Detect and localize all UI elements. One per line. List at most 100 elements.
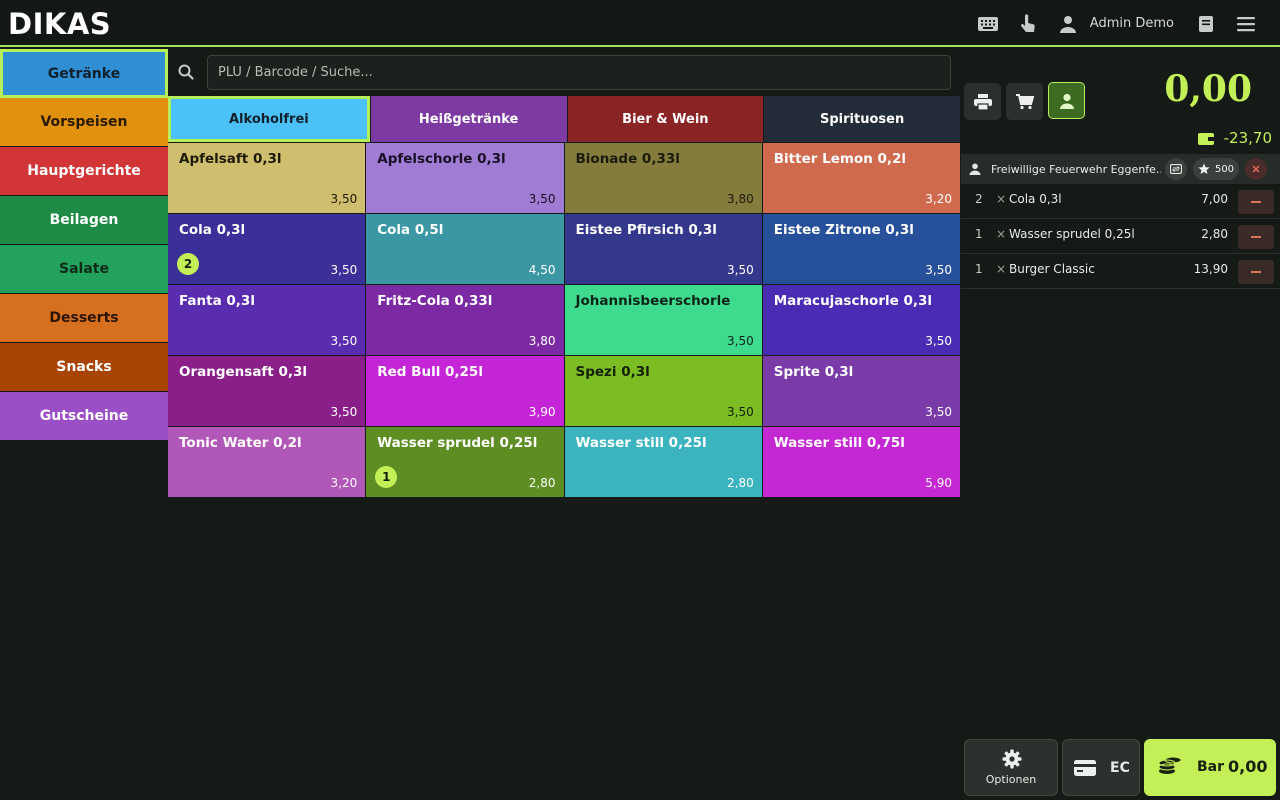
category-gutscheine[interactable]: Gutscheine: [0, 392, 168, 441]
product-name: Fritz-Cola 0,33l: [377, 293, 493, 309]
product-tile[interactable]: Wasser sprudel 0,25l 2,80 1: [366, 427, 564, 497]
decrease-button[interactable]: [1238, 260, 1274, 284]
product-tile[interactable]: Fritz-Cola 0,33l 3,80: [366, 285, 564, 355]
swap-customer-button[interactable]: [1165, 158, 1187, 180]
quantity-badge: 2: [177, 253, 199, 275]
product-price: 2,80: [727, 476, 754, 490]
product-grid: Apfelsaft 0,3l 3,50 Apfelschorle 0,3l 3,50 B…: [168, 143, 960, 497]
minus-icon: [1251, 201, 1261, 203]
category-vorspeisen[interactable]: Vorspeisen: [0, 98, 168, 147]
product-tile[interactable]: Red Bull 0,25l 3,90: [366, 356, 564, 426]
category-label: Snacks: [56, 359, 112, 375]
cart-button[interactable]: [1006, 83, 1043, 120]
customer-name: Freiwillige Feuerwehr Eggenfe...: [991, 162, 1161, 176]
top-bar: DIKAS Admin Demo: [0, 0, 1280, 47]
product-tile[interactable]: Cola 0,5l 4,50: [366, 214, 564, 284]
decrease-button[interactable]: [1238, 225, 1274, 249]
product-name: Wasser still 0,75l: [773, 435, 905, 451]
ec-payment-button[interactable]: EC: [1062, 739, 1140, 796]
product-name: Johannisbeerschorle: [575, 293, 731, 309]
product-name: Orangensaft 0,3l: [179, 364, 307, 380]
product-tile[interactable]: Maracujaschorle 0,3l 3,50: [762, 285, 960, 355]
category-salate[interactable]: Salate: [0, 245, 168, 294]
product-tile[interactable]: Eistee Zitrone 0,3l 3,50: [762, 214, 960, 284]
product-name: Spezi 0,3l: [575, 364, 650, 380]
product-tile[interactable]: Johannisbeerschorle 3,50: [564, 285, 762, 355]
swap-icon: [1170, 164, 1182, 174]
ec-label: EC: [1110, 760, 1130, 776]
cash-payment-button[interactable]: Bar 0,00: [1144, 739, 1276, 796]
order-qty: 1: [975, 227, 983, 241]
customer-balance: -23,70: [1197, 129, 1272, 147]
tab-bier-wein[interactable]: Bier & Wein: [567, 96, 764, 142]
product-tile[interactable]: Apfelschorle 0,3l 3,50: [366, 143, 564, 213]
tab-spirituosen[interactable]: Spirituosen: [764, 96, 960, 142]
product-name: Bionade 0,33l: [575, 151, 680, 167]
menu-icon[interactable]: [1234, 12, 1258, 36]
product-tile[interactable]: Orangensaft 0,3l 3,50: [168, 356, 366, 426]
category-desserts[interactable]: Desserts: [0, 294, 168, 343]
product-tile[interactable]: Wasser still 0,75l 5,90: [762, 427, 960, 497]
category-label: Salate: [59, 261, 109, 277]
product-name: Bitter Lemon 0,2l: [773, 151, 907, 167]
category-beilagen[interactable]: Beilagen: [0, 196, 168, 245]
subcategory-tabs: Alkoholfrei Heißgetränke Bier & Wein Spirit…: [168, 96, 960, 142]
order-row[interactable]: 1 × Wasser sprudel 0,25l 2,80: [961, 219, 1280, 254]
cash-label: Bar: [1197, 759, 1225, 775]
order-row[interactable]: 2 × Cola 0,3l 7,00: [961, 184, 1280, 219]
top-toolbar: Admin Demo: [960, 0, 1258, 47]
customer-bar: Freiwillige Feuerwehr Eggenfe... 500: [961, 154, 1280, 184]
order-row[interactable]: 1 × Burger Classic 13,90: [961, 254, 1280, 289]
user-name[interactable]: Admin Demo: [1090, 16, 1174, 31]
product-name: Cola 0,3l: [179, 222, 246, 238]
product-tile[interactable]: Tonic Water 0,2l 3,20: [168, 427, 366, 497]
tab-alkoholfrei[interactable]: Alkoholfrei: [168, 96, 370, 142]
star-icon: [1198, 163, 1210, 174]
product-tile[interactable]: Bitter Lemon 0,2l 3,20: [762, 143, 960, 213]
product-tile[interactable]: Sprite 0,3l 3,50: [762, 356, 960, 426]
book-icon[interactable]: [1194, 12, 1218, 36]
product-tile[interactable]: Eistee Pfirsich 0,3l 3,50: [564, 214, 762, 284]
product-price: 3,50: [330, 405, 358, 419]
category-label: Beilagen: [49, 212, 119, 228]
credit-card-icon: [1074, 760, 1096, 776]
wallet-icon: [1197, 132, 1214, 145]
person-icon: [969, 163, 981, 175]
category-getränke[interactable]: Getränke: [0, 49, 168, 98]
print-button[interactable]: [964, 83, 1001, 120]
logo: DIKAS: [8, 7, 111, 41]
product-tile[interactable]: Spezi 0,3l 3,50: [564, 356, 762, 426]
user-icon[interactable]: [1056, 12, 1080, 36]
product-price: 3,50: [925, 263, 952, 277]
product-tile[interactable]: Apfelsaft 0,3l 3,50: [168, 143, 366, 213]
product-tile[interactable]: Bionade 0,33l 3,80: [564, 143, 762, 213]
logo-text: DIKAS: [8, 7, 112, 41]
tab-heißgetränke[interactable]: Heißgetränke: [370, 96, 567, 142]
customer-button[interactable]: [1048, 82, 1085, 119]
product-tile[interactable]: Wasser still 0,25l 2,80: [564, 427, 762, 497]
keyboard-icon[interactable]: [976, 12, 1000, 36]
product-name: Wasser sprudel 0,25l: [377, 435, 538, 451]
order-qty: 2: [975, 192, 983, 206]
product-tile[interactable]: Fanta 0,3l 3,50: [168, 285, 366, 355]
category-label: Gutscheine: [39, 408, 129, 424]
category-label: Getränke: [47, 65, 121, 82]
search-input[interactable]: [207, 55, 951, 90]
cash-amount: 0,00: [1228, 757, 1268, 776]
product-name: Fanta 0,3l: [179, 293, 255, 309]
options-label: Optionen: [985, 773, 1037, 786]
remove-customer-button[interactable]: [1245, 158, 1267, 180]
category-snacks[interactable]: Snacks: [0, 343, 168, 392]
product-price: 3,50: [528, 192, 556, 206]
order-item-name: Wasser sprudel 0,25l: [1009, 227, 1135, 241]
touch-icon[interactable]: [1016, 12, 1040, 36]
order-qty: 1: [975, 262, 983, 276]
times-sign: ×: [996, 227, 1007, 241]
options-button[interactable]: Optionen: [964, 739, 1058, 796]
product-price: 3,50: [925, 334, 952, 348]
decrease-button[interactable]: [1238, 190, 1274, 214]
points-badge: 500: [1193, 158, 1239, 180]
category-hauptgerichte[interactable]: Hauptgerichte: [0, 147, 168, 196]
minus-icon: [1251, 236, 1261, 238]
product-tile[interactable]: Cola 0,3l 3,50 2: [168, 214, 366, 284]
